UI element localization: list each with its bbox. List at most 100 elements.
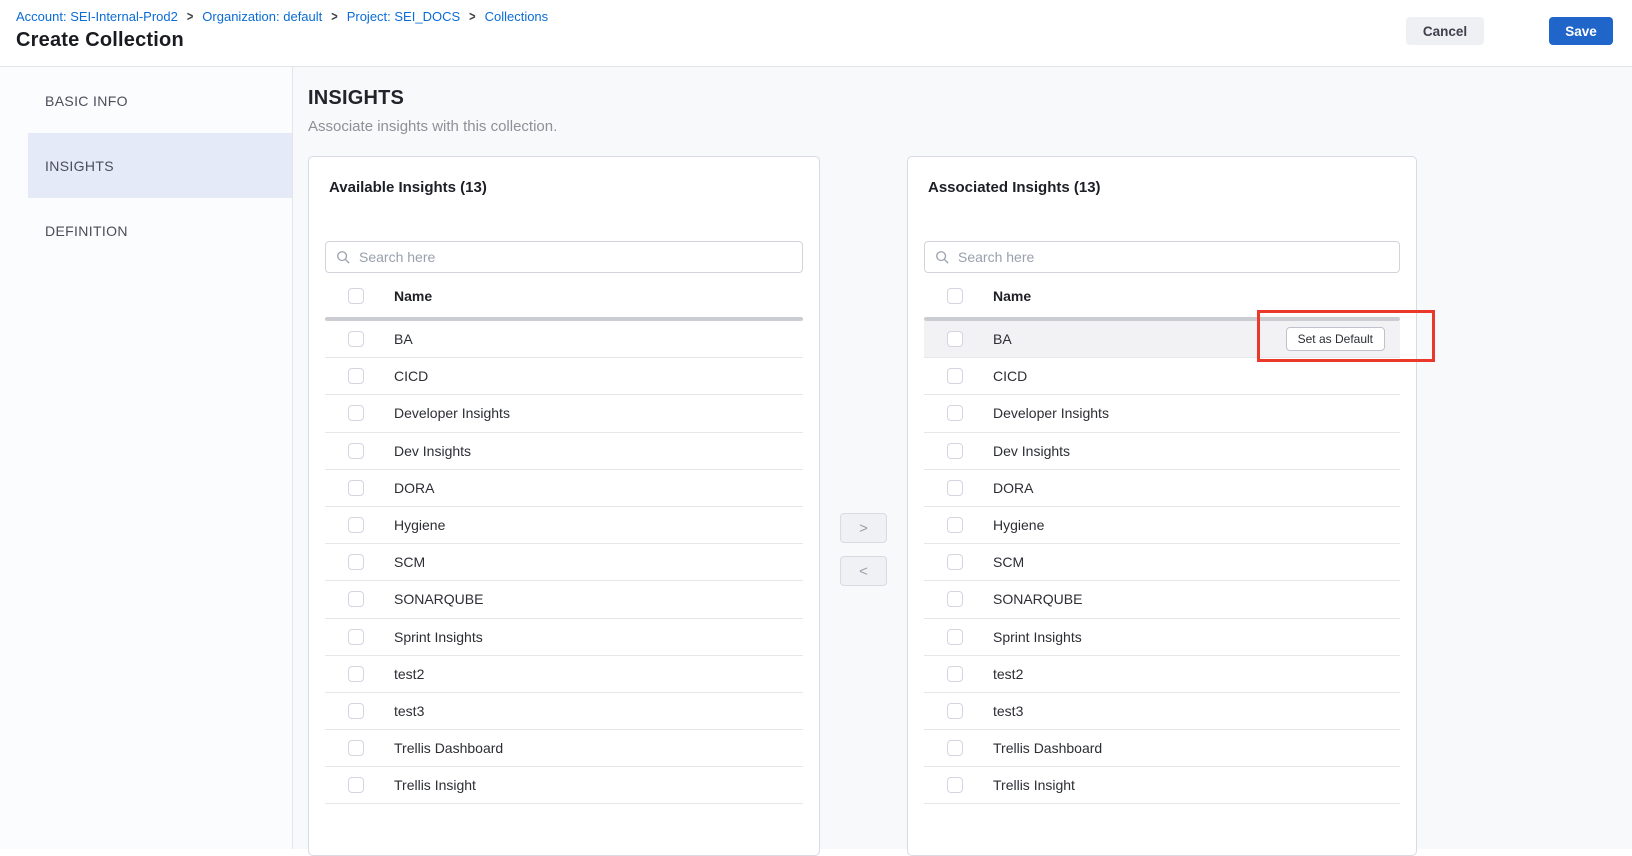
table-row[interactable]: Developer Insights [325, 395, 803, 432]
row-checkbox[interactable] [348, 629, 364, 645]
table-row[interactable]: DORA [924, 470, 1400, 507]
row-checkbox[interactable] [947, 666, 963, 682]
table-row[interactable]: SCM [325, 544, 803, 581]
table-row[interactable]: Sprint Insights [325, 619, 803, 656]
row-checkbox[interactable] [348, 703, 364, 719]
move-right-button[interactable]: > [840, 513, 887, 543]
row-checkbox[interactable] [947, 703, 963, 719]
table-row[interactable]: Dev Insights [325, 433, 803, 470]
row-checkbox[interactable] [947, 368, 963, 384]
cancel-button[interactable]: Cancel [1406, 17, 1484, 45]
table-row[interactable]: Trellis Insight [325, 767, 803, 804]
row-label: Developer Insights [993, 405, 1109, 421]
table-row[interactable]: Hygiene [924, 507, 1400, 544]
associated-panel-title: Associated Insights (13) [928, 179, 1396, 196]
select-all-checkbox[interactable] [947, 288, 963, 304]
table-row[interactable]: test3 [325, 693, 803, 730]
row-label: DORA [993, 480, 1033, 496]
table-row[interactable]: SONARQUBE [325, 581, 803, 618]
associated-search-input[interactable] [956, 248, 1389, 266]
row-checkbox[interactable] [348, 740, 364, 756]
row-label: test2 [394, 666, 424, 682]
row-checkbox[interactable] [947, 443, 963, 459]
table-row[interactable]: Trellis Insight [924, 767, 1400, 804]
table-row[interactable]: Developer Insights [924, 395, 1400, 432]
save-button[interactable]: Save [1549, 17, 1613, 45]
table-row[interactable]: Trellis Dashboard [924, 730, 1400, 767]
table-row[interactable]: Sprint Insights [924, 619, 1400, 656]
chevron-right-icon: > [469, 9, 475, 24]
row-checkbox[interactable] [947, 554, 963, 570]
table-row[interactable]: test2 [325, 656, 803, 693]
row-checkbox[interactable] [947, 331, 963, 347]
search-icon [336, 250, 350, 264]
name-column-header: Name [394, 288, 432, 304]
transfer-controls: > < [820, 156, 907, 586]
row-checkbox[interactable] [348, 443, 364, 459]
row-checkbox[interactable] [947, 517, 963, 533]
set-as-default-button[interactable]: Set as Default [1286, 327, 1385, 351]
row-checkbox[interactable] [947, 777, 963, 793]
table-row[interactable]: BA Set as Default [924, 321, 1400, 358]
table-row[interactable]: test3 [924, 693, 1400, 730]
row-label: BA [394, 331, 413, 347]
name-column-header: Name [993, 288, 1031, 304]
row-checkbox[interactable] [348, 666, 364, 682]
breadcrumb-account-link[interactable]: Account: SEI-Internal-Prod2 [16, 9, 178, 24]
header-actions: Cancel Save [1406, 0, 1613, 45]
row-label: Sprint Insights [394, 629, 483, 645]
table-row[interactable]: Trellis Dashboard [325, 730, 803, 767]
chevron-right-icon: > [331, 9, 337, 24]
row-label: CICD [993, 368, 1027, 384]
row-label: SONARQUBE [394, 591, 483, 607]
page-header: Account: SEI-Internal-Prod2 > Organizati… [0, 0, 1632, 67]
row-checkbox[interactable] [348, 591, 364, 607]
insights-panels: Available Insights (13) Name BA CICD [308, 156, 1632, 856]
table-row[interactable]: SCM [924, 544, 1400, 581]
row-label: Hygiene [993, 517, 1044, 533]
row-checkbox[interactable] [348, 368, 364, 384]
associated-search-box [924, 241, 1400, 273]
sidebar: BASIC INFO INSIGHTS DEFINITION [0, 67, 293, 849]
table-row[interactable]: DORA [325, 470, 803, 507]
row-label: Developer Insights [394, 405, 510, 421]
row-checkbox[interactable] [348, 331, 364, 347]
row-label: CICD [394, 368, 428, 384]
row-checkbox[interactable] [348, 777, 364, 793]
breadcrumb-organization-link[interactable]: Organization: default [202, 9, 322, 24]
row-checkbox[interactable] [947, 591, 963, 607]
move-left-button[interactable]: < [840, 556, 887, 586]
page-body: BASIC INFO INSIGHTS DEFINITION INSIGHTS … [0, 67, 1632, 849]
select-all-checkbox[interactable] [348, 288, 364, 304]
row-label: Sprint Insights [993, 629, 1082, 645]
sidebar-item-insights[interactable]: INSIGHTS [28, 133, 292, 198]
row-checkbox[interactable] [947, 740, 963, 756]
row-checkbox[interactable] [947, 480, 963, 496]
table-row[interactable]: BA [325, 321, 803, 358]
row-checkbox[interactable] [947, 405, 963, 421]
row-label: Trellis Insight [993, 777, 1075, 793]
row-label: SCM [394, 554, 425, 570]
table-row[interactable]: test2 [924, 656, 1400, 693]
breadcrumb-collections-link[interactable]: Collections [485, 9, 549, 24]
row-checkbox[interactable] [348, 480, 364, 496]
available-insights-panel: Available Insights (13) Name BA CICD [308, 156, 820, 856]
table-row[interactable]: Hygiene [325, 507, 803, 544]
row-checkbox[interactable] [348, 554, 364, 570]
table-row[interactable]: Dev Insights [924, 433, 1400, 470]
available-rows: BA CICD Developer Insights Dev Insights … [325, 321, 803, 804]
section-subheading: Associate insights with this collection. [308, 118, 1632, 135]
chevron-right-icon: > [187, 9, 193, 24]
table-row[interactable]: CICD [325, 358, 803, 395]
table-row[interactable]: SONARQUBE [924, 581, 1400, 618]
row-checkbox[interactable] [348, 517, 364, 533]
row-checkbox[interactable] [348, 405, 364, 421]
available-search-input[interactable] [357, 248, 792, 266]
associated-insights-panel: Associated Insights (13) Name BA Set as … [907, 156, 1417, 856]
table-row[interactable]: CICD [924, 358, 1400, 395]
row-label: BA [993, 331, 1012, 347]
breadcrumb-project-link[interactable]: Project: SEI_DOCS [347, 9, 460, 24]
row-checkbox[interactable] [947, 629, 963, 645]
sidebar-item-definition[interactable]: DEFINITION [28, 198, 292, 263]
sidebar-item-basic-info[interactable]: BASIC INFO [28, 68, 292, 133]
